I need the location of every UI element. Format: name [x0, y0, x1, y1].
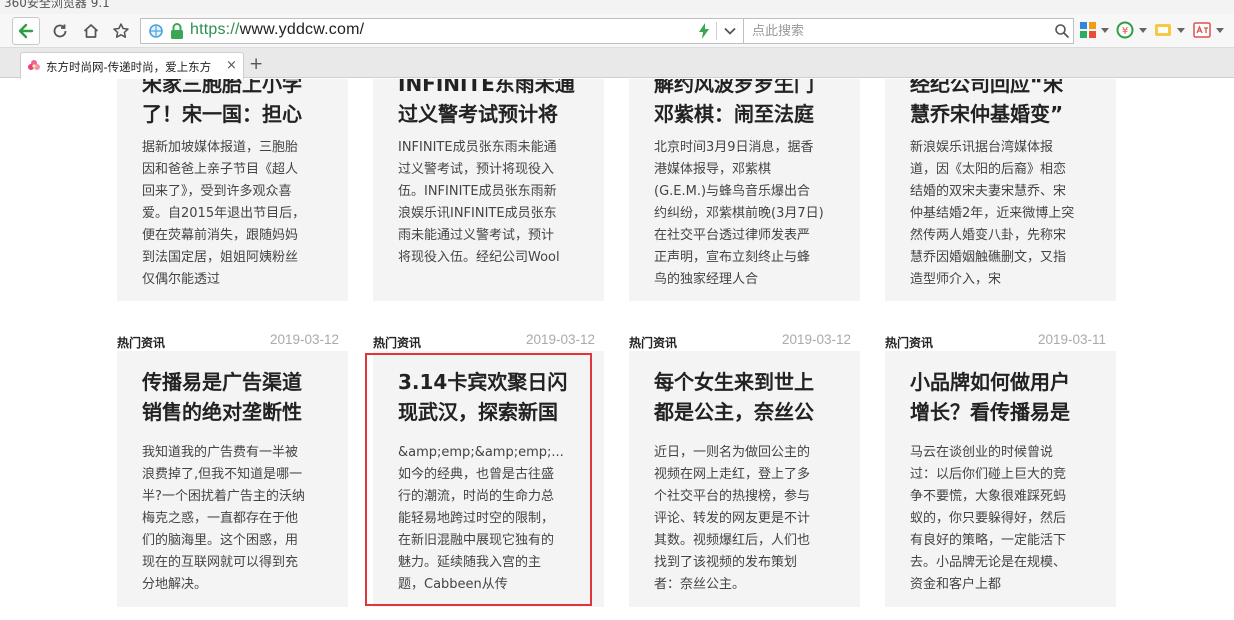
svg-text:¥: ¥ — [1122, 26, 1128, 37]
article-card-selected[interactable]: 3.14卡宾欢聚日闪 现武汉，探索新国 &amp;emp;&amp;emp;...… — [373, 351, 604, 607]
article-card[interactable]: 经纪公司回应“宋 慧乔宋仲基婚变” 新浪娱乐讯据台湾媒体报 道，因《太阳的后裔》相恋… — [885, 79, 1116, 301]
refresh-button[interactable] — [46, 17, 74, 45]
article-card[interactable]: 宋家三胞胎上小学 了！宋一国：担心 据新加坡媒体报道，三胞胎 因和爸爸上亲子节目《超… — [117, 79, 348, 301]
new-tab-button[interactable]: + — [249, 56, 263, 73]
browser-toolbar: https://www.yddcw.com/ ¥ — [0, 14, 1234, 48]
url-scheme: https:// — [190, 21, 240, 38]
shield-yen-icon[interactable]: ¥ — [1116, 21, 1134, 39]
article-title[interactable]: 解约风波罗罗生门 邓紫棋：闹至法庭 — [654, 79, 844, 129]
arrow-left-icon — [18, 23, 34, 39]
article-title[interactable]: 宋家三胞胎上小学 了！宋一国：担心 — [142, 79, 332, 129]
page-content: 宋家三胞胎上小学 了！宋一国：担心 据新加坡媒体报道，三胞胎 因和爸爸上亲子节目《超… — [0, 79, 1234, 620]
shield-caret-icon[interactable] — [1139, 28, 1147, 33]
article-card[interactable]: 每个女生来到世上 都是公主，奈丝公 近日，一则名为做回公主的 视频在网上走红，登上了… — [629, 351, 860, 607]
home-button[interactable] — [77, 17, 105, 45]
back-button[interactable] — [12, 17, 40, 45]
apps-grid-icon[interactable] — [1079, 21, 1097, 39]
article-card[interactable]: 解约风波罗罗生门 邓紫棋：闹至法庭 北京时间3月9日消息，据香 港媒体报导，邓紫棋(… — [629, 79, 860, 301]
category-label[interactable]: 热门资讯 — [629, 334, 677, 351]
lightning-icon[interactable] — [697, 22, 711, 40]
lock-icon — [171, 23, 183, 39]
url-host: www.yddcw.com/ — [239, 21, 365, 38]
search-icon[interactable] — [1054, 23, 1070, 39]
star-icon — [113, 23, 129, 38]
tab-title: 东方时尚网-传递时尚，爱上东方 — [46, 60, 212, 74]
search-box — [744, 18, 1074, 44]
window-titlebar: 360安全浏览器 9.1 — [0, 0, 1234, 14]
search-input[interactable] — [752, 22, 1042, 40]
article-summary: 我知道我的广告费有一半被 浪费掉了,但我不知道是哪一 半?一个困扰着广告主的沃纳 梅克… — [142, 445, 305, 592]
article-summary: &amp;emp;&amp;emp;... 如今的经典，也曾是古往盛 行的潮流，时尚… — [398, 445, 564, 592]
flower-favicon-icon — [28, 60, 40, 70]
window-title: 360安全浏览器 9.1 — [4, 0, 110, 10]
tab-close-icon[interactable]: × — [226, 59, 237, 73]
article-date: 2019-03-11 — [1038, 332, 1107, 347]
category-label[interactable]: 热门资讯 — [117, 334, 165, 351]
article-summary: 近日，一则名为做回公主的 视频在网上走红，登上了多 个社交平台的热搜榜，参与 评论、转… — [654, 445, 811, 592]
article-summary: 马云在谈创业的时候曾说 过：以后你们碰上巨大的竞 争不要慌，大象很难踩死蚂 蚁的，你只… — [910, 445, 1067, 592]
article-title[interactable]: INFINITE东雨未通 过义警考试预计将 — [398, 79, 588, 129]
article-date: 2019-03-12 — [782, 332, 852, 347]
category-label[interactable]: 热门资讯 — [885, 334, 933, 351]
coupon-caret-icon[interactable] — [1177, 28, 1185, 33]
coupon-icon[interactable] — [1154, 21, 1172, 39]
refresh-icon — [53, 24, 67, 38]
chevron-down-icon[interactable] — [723, 24, 737, 38]
bookmark-button[interactable] — [107, 17, 135, 45]
tab-active[interactable]: 东方时尚网-传递时尚，爱上东方 × — [20, 52, 244, 79]
home-icon — [83, 24, 99, 38]
site-compat-icon — [149, 24, 163, 38]
translate-caret-icon[interactable] — [1216, 28, 1224, 33]
article-date: 2019-03-12 — [526, 332, 596, 347]
translate-icon[interactable] — [1193, 21, 1211, 39]
article-title[interactable]: 传播易是广告渠道 销售的绝对垄断性 — [142, 367, 332, 427]
category-label[interactable]: 热门资讯 — [373, 334, 421, 351]
article-card[interactable]: 小品牌如何做用户 增长？看传播易是 马云在谈创业的时候曾说 过：以后你们碰上巨大的竞… — [885, 351, 1116, 607]
article-title[interactable]: 经纪公司回应“宋 慧乔宋仲基婚变” — [910, 79, 1100, 129]
article-summary: 据新加坡媒体报道，三胞胎 因和爸爸上亲子节目《超人 回来了》，受到许多观众喜 爱。自2… — [142, 140, 306, 287]
article-title[interactable]: 3.14卡宾欢聚日闪 现武汉，探索新国 — [398, 367, 588, 427]
address-bar[interactable]: https://www.yddcw.com/ — [140, 18, 744, 44]
article-summary: INFINITE成员张东雨未能通 过义警考试，预计将现役入 伍。INFINITE成员… — [398, 140, 560, 265]
article-summary: 新浪娱乐讯据台湾媒体报 道，因《太阳的后裔》相恋 结婚的双宋夫妻宋慧乔、宋 仲基结婚2… — [910, 140, 1075, 287]
article-card[interactable]: 传播易是广告渠道 销售的绝对垄断性 我知道我的广告费有一半被 浪费掉了,但我不知道是… — [117, 351, 348, 607]
article-card[interactable]: INFINITE东雨未通 过义警考试预计将 INFINITE成员张东雨未能通 过义警… — [373, 79, 604, 301]
article-title[interactable]: 小品牌如何做用户 增长？看传播易是 — [910, 367, 1100, 427]
tab-bar: 东方时尚网-传递时尚，爱上东方 × + — [0, 48, 1234, 79]
apps-caret-icon[interactable] — [1101, 28, 1109, 33]
address-separator — [716, 22, 717, 40]
article-title[interactable]: 每个女生来到世上 都是公主，奈丝公 — [654, 367, 844, 427]
article-date: 2019-03-12 — [270, 332, 340, 347]
url-text: https://www.yddcw.com/ — [190, 21, 364, 39]
article-summary: 北京时间3月9日消息，据香 港媒体报导，邓紫棋 (G.E.M.)与蜂鸟音乐爆出合 约纠… — [654, 140, 824, 287]
